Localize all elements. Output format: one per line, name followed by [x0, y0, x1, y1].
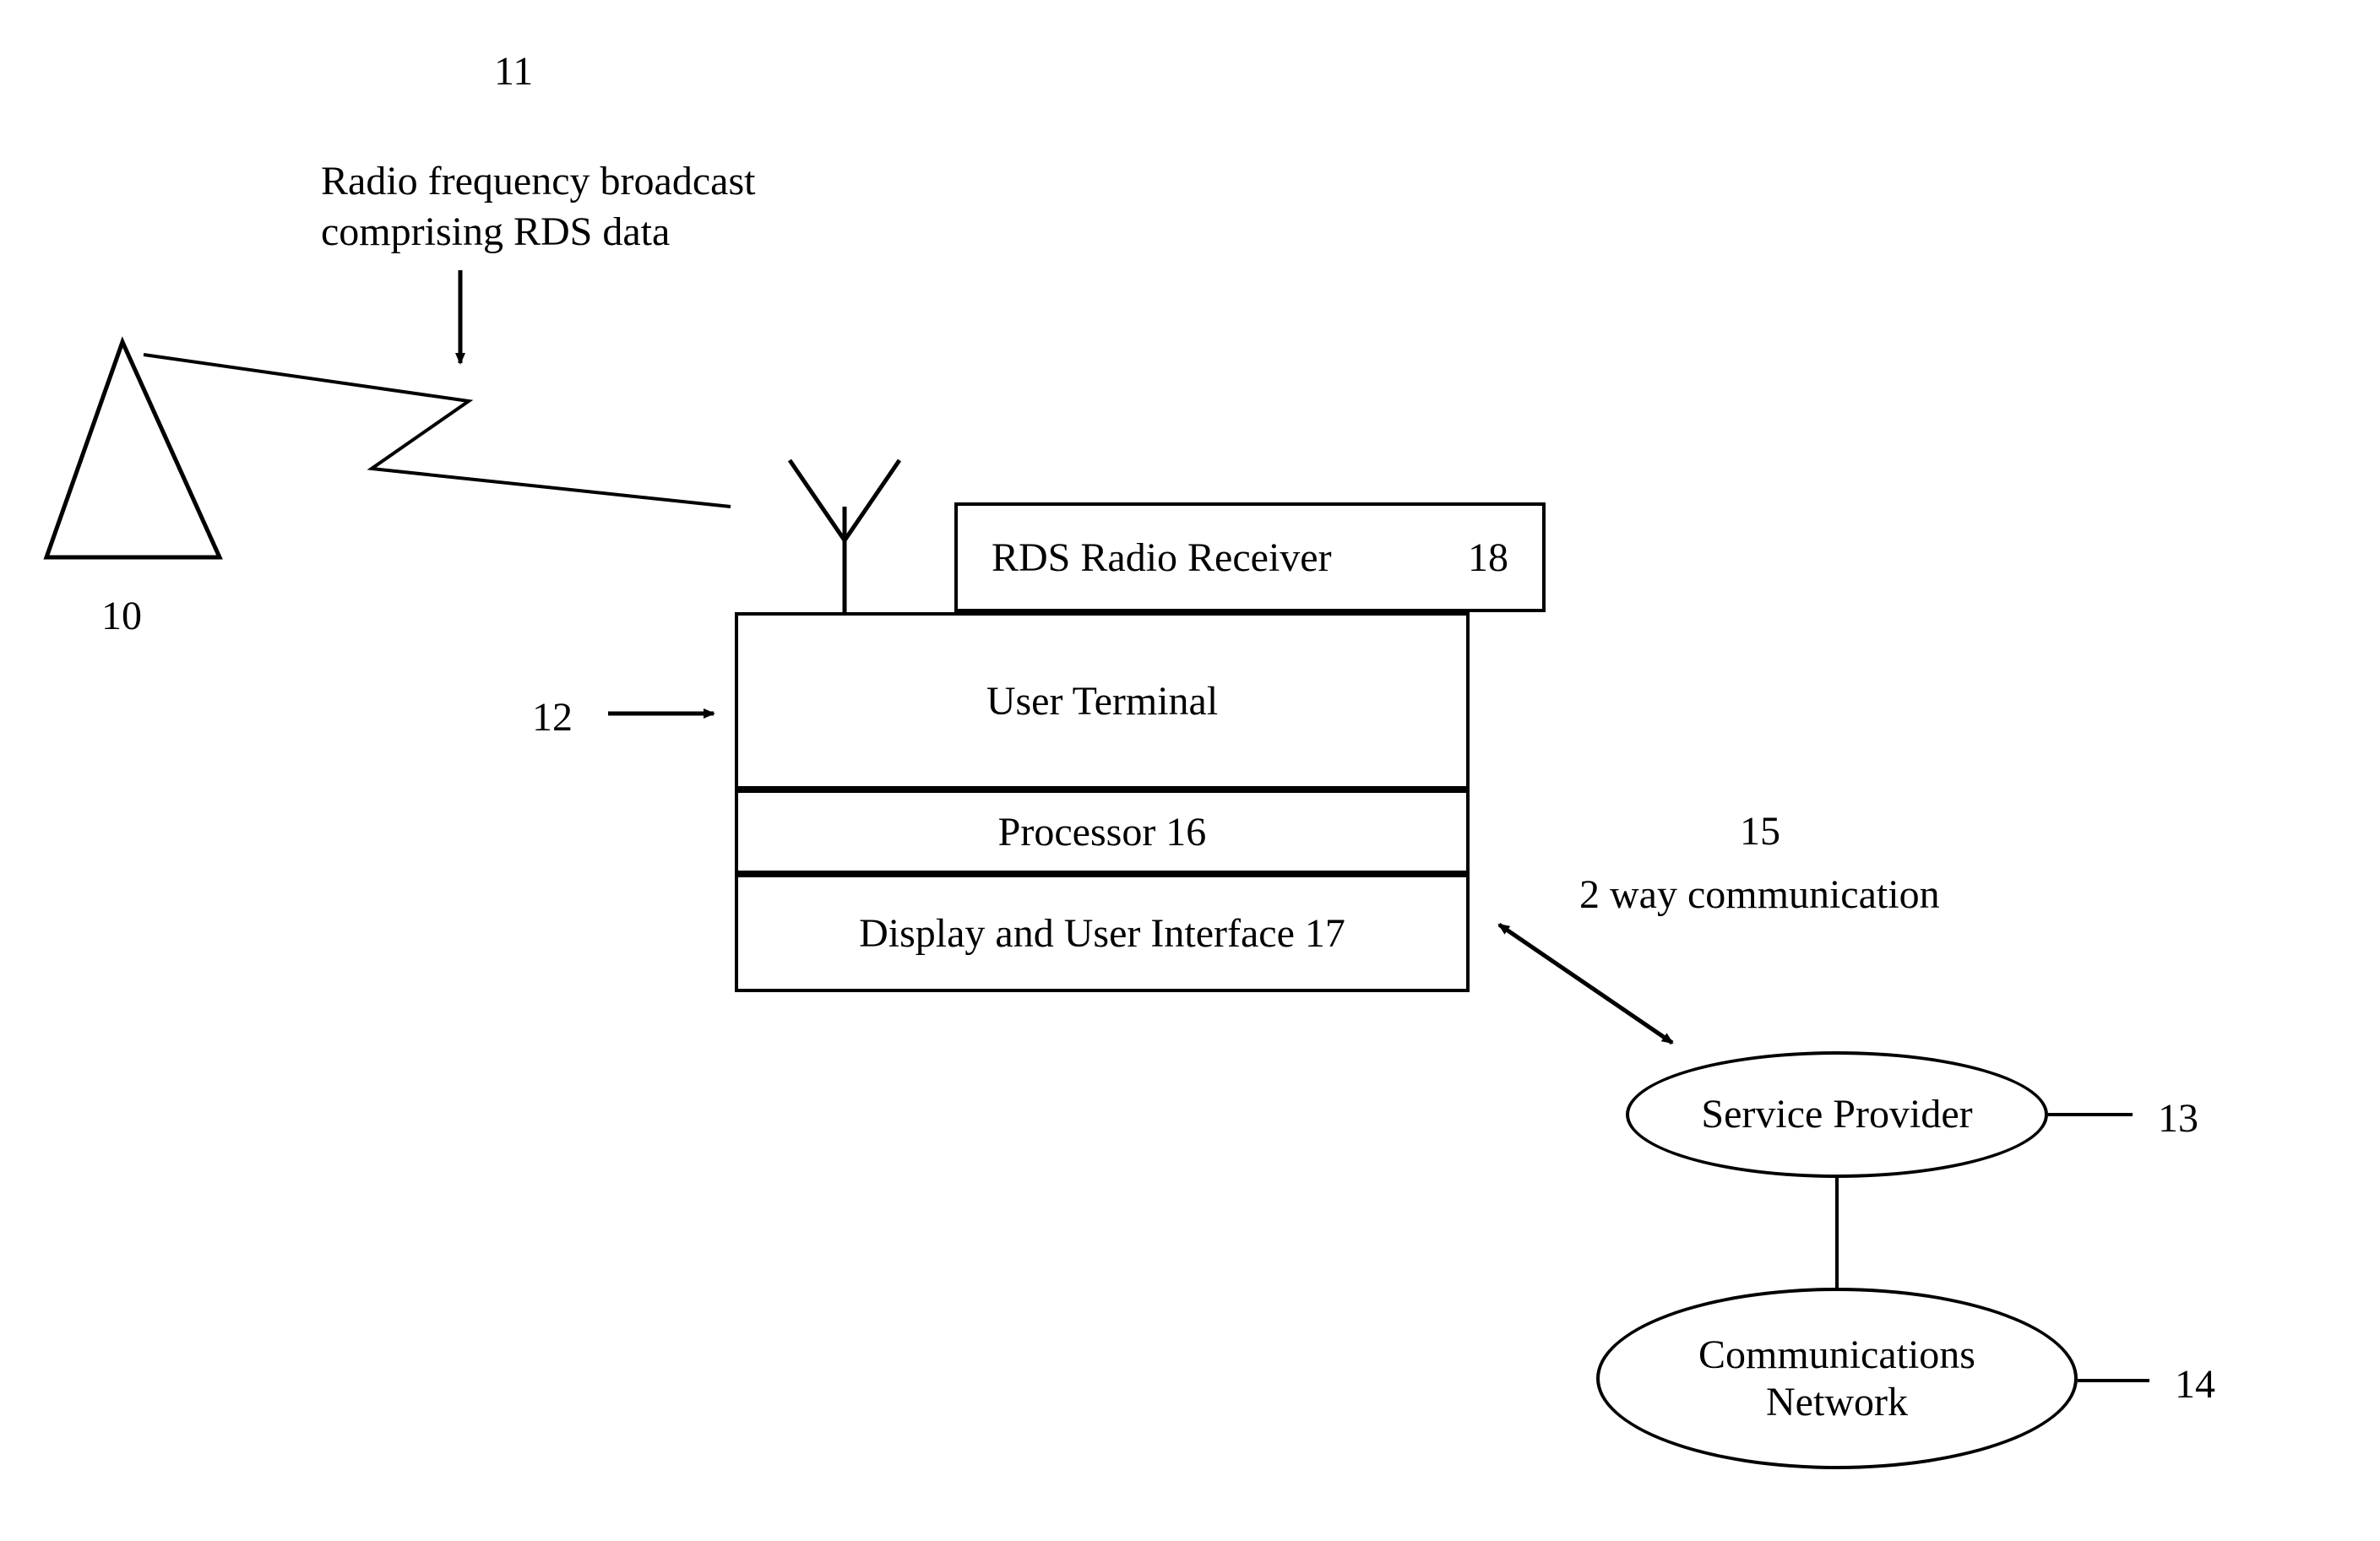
tower-icon	[46, 342, 220, 557]
ref-18: 18	[1468, 534, 1508, 581]
service-provider-label: Service Provider	[1701, 1091, 1972, 1137]
processor-box: Processor 16	[735, 789, 1470, 874]
user-terminal-box: User Terminal	[735, 612, 1470, 789]
network-label: Network	[1766, 1379, 1908, 1425]
ref-11: 11	[494, 46, 533, 97]
ref-14: 14	[2175, 1359, 2215, 1410]
service-provider-ellipse: Service Provider	[1626, 1051, 2048, 1178]
broadcast-wave-icon	[144, 355, 731, 507]
ref-12: 12	[532, 692, 573, 743]
processor-label: Processor 16	[998, 809, 1207, 855]
broadcast-label-line2: comprising RDS data	[321, 207, 670, 258]
communications-label: Communications	[1698, 1332, 1975, 1378]
antenna-icon	[790, 460, 899, 612]
ref-10: 10	[101, 591, 142, 642]
ref-13: 13	[2158, 1093, 2198, 1144]
two-way-label: 2 way communication	[1579, 870, 1940, 920]
display-ui-box: Display and User Interface 17	[735, 874, 1470, 992]
ref-15: 15	[1740, 806, 1780, 857]
user-terminal-label: User Terminal	[986, 678, 1218, 724]
comm-network-ellipse: Communications Network	[1596, 1288, 2078, 1469]
display-ui-label: Display and User Interface 17	[859, 910, 1345, 957]
rds-receiver-label: RDS Radio Receiver	[992, 534, 1332, 581]
two-way-arrow	[1499, 925, 1672, 1043]
diagram-canvas: 11 Radio frequency broadcast comprising …	[0, 0, 2380, 1541]
broadcast-label-line1: Radio frequency broadcast	[321, 156, 755, 207]
rds-receiver-box: RDS Radio Receiver 18	[954, 502, 1546, 612]
